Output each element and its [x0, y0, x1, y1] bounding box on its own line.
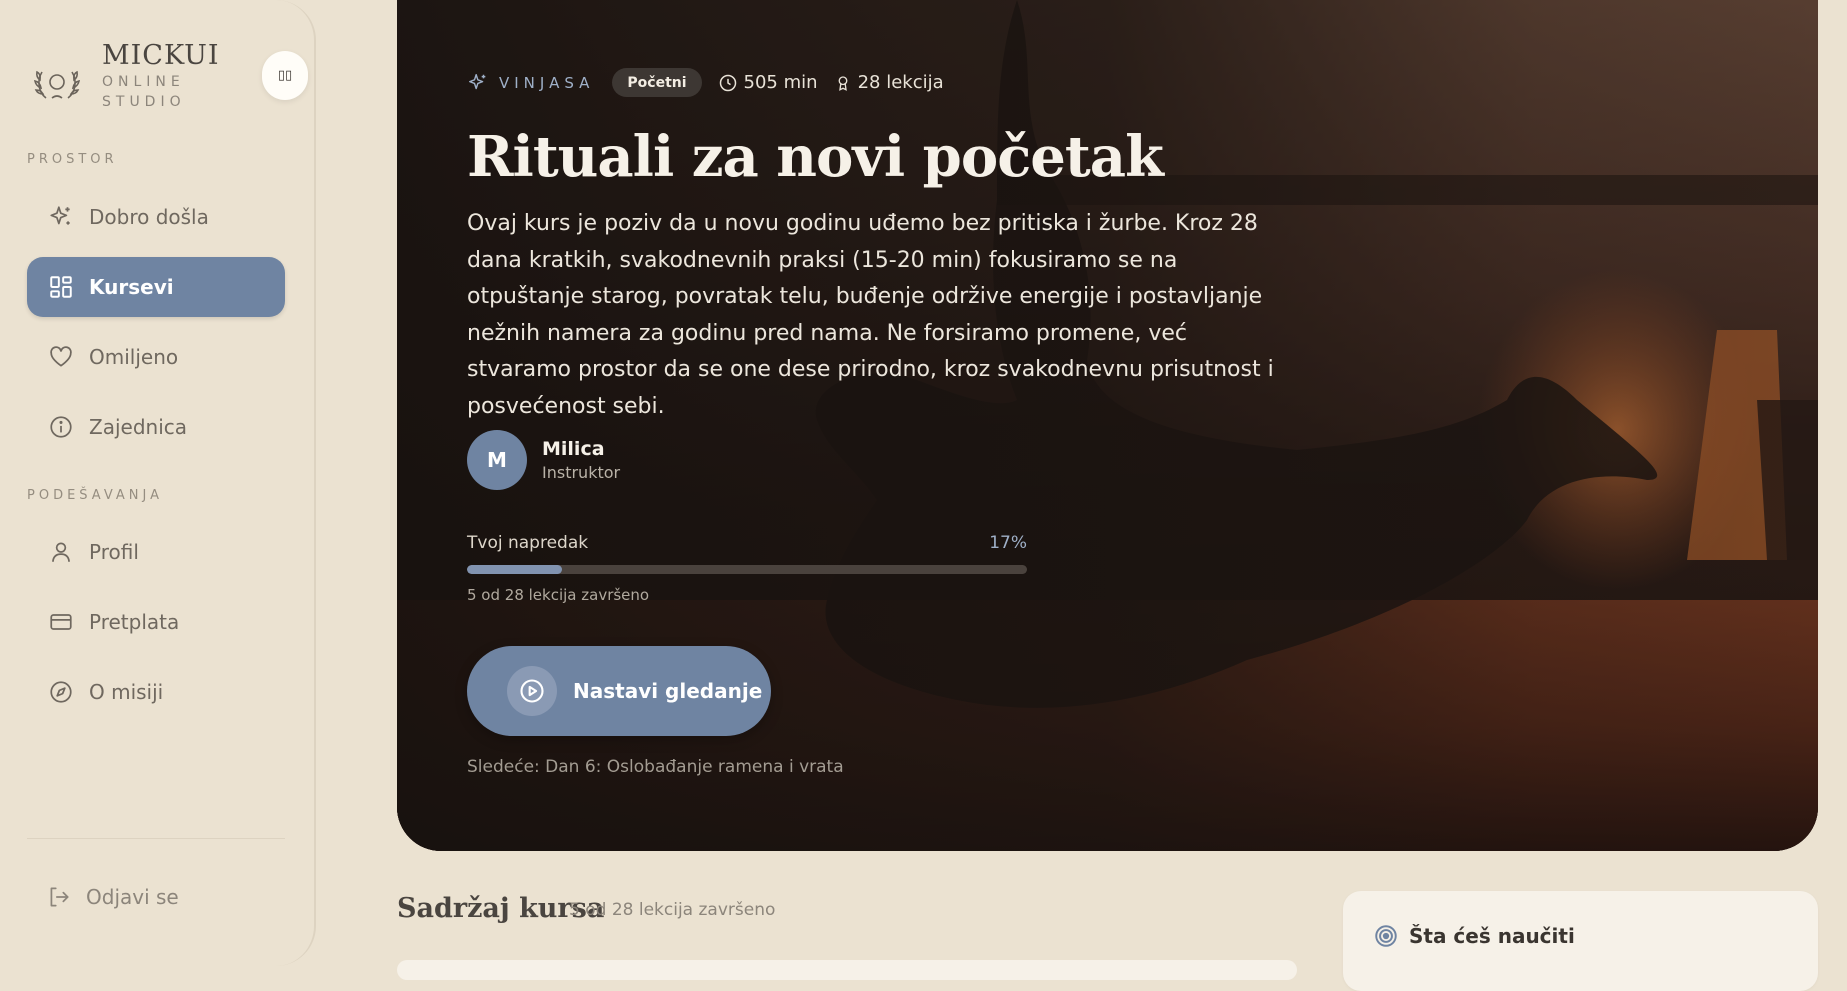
instructor-role: Instruktor	[542, 463, 621, 482]
course-meta: VINJASA Početni 505 min 28 lekcija	[467, 68, 944, 97]
sidebar-item-mission[interactable]: O misiji	[27, 662, 285, 722]
sparkle-icon	[47, 203, 75, 231]
lessons-card	[397, 960, 1297, 980]
info-icon	[47, 413, 75, 441]
laurel-logo-icon	[33, 70, 81, 99]
course-description: Ovaj kurs je poziv da u novu godinu uđem…	[467, 211, 1274, 419]
sidebar-item-label: Kursevi	[89, 275, 174, 299]
lessons-value: 28 lekcija	[857, 72, 944, 93]
lessons-stat: 28 lekcija	[834, 72, 944, 93]
sidebar-item-label: Omiljeno	[89, 345, 179, 369]
sidebar-item-label: Pretplata	[89, 610, 180, 634]
course-hero: VINJASA Početni 505 min 28 lekcija Ritua…	[397, 0, 1818, 851]
sidebar-item-label: Dobro došla	[89, 205, 209, 229]
logout-label: Odjavi se	[86, 885, 179, 909]
progress-label: Tvoj napredak	[467, 533, 589, 553]
next-lesson-text: Sledeće: Dan 6: Oslobađanje ramena i vra…	[467, 757, 844, 777]
credit-card-icon	[47, 608, 75, 636]
progress-summary: 5 od 28 lekcija završeno	[467, 586, 650, 604]
section-label-space: PROSTOR	[27, 152, 118, 167]
sidebar-item-profile[interactable]: Profil	[27, 522, 285, 582]
progress-bar	[467, 565, 1027, 574]
play-circle-icon	[507, 666, 557, 716]
brand-subtitle-1: ONLINE	[102, 74, 185, 90]
sidebar-item-label: Profil	[89, 540, 139, 564]
brand-name: MICKUI	[102, 40, 220, 71]
user-icon	[47, 538, 75, 566]
course-progress: Tvoj napredak 17% 5 od 28 lekcija završe…	[467, 533, 1027, 604]
avatar: M	[467, 430, 527, 490]
learn-card: Šta ćeš naučiti	[1343, 891, 1818, 991]
target-icon	[1375, 925, 1397, 947]
sparkle-icon	[469, 73, 486, 89]
collapse-sidebar-button[interactable]: ▯▯	[262, 51, 308, 100]
compass-icon	[47, 678, 75, 706]
continue-watching-label: Nastavi gledanje	[573, 679, 763, 703]
sidebar-item-label: Zajednica	[89, 415, 187, 439]
course-category: VINJASA	[499, 73, 595, 92]
award-icon	[838, 75, 847, 91]
duration-value: 505 min	[743, 72, 818, 93]
continue-watching-button[interactable]: Nastavi gledanje	[467, 646, 771, 736]
brand[interactable]: MICKUI ONLINE STUDIO	[32, 40, 220, 112]
sidebar-item-subscription[interactable]: Pretplata	[27, 592, 285, 652]
section-label-settings: PODEŠAVANJA	[27, 488, 164, 503]
progress-percent: 17%	[989, 533, 1027, 553]
level-badge: Početni	[612, 68, 702, 97]
sidebar-toggle-icon: ▯▯	[277, 68, 293, 83]
sidebar-item-label: O misiji	[89, 680, 164, 704]
sidebar-item-welcome[interactable]: Dobro došla	[27, 187, 285, 247]
sidebar-item-community[interactable]: Zajednica	[27, 397, 285, 457]
clock-icon	[719, 74, 736, 91]
sidebar-divider	[27, 838, 285, 839]
learn-card-title: Šta ćeš naučiti	[1409, 924, 1575, 948]
duration-stat: 505 min	[718, 72, 818, 93]
instructor-name: Milica	[542, 438, 605, 460]
instructor: M Milica Instruktor	[467, 430, 620, 490]
logout-button[interactable]: Odjavi se	[46, 884, 179, 910]
course-content-summary: 5 od 28 lekcija završeno	[569, 900, 776, 920]
progress-bar-fill	[467, 565, 563, 574]
sidebar: MICKUI ONLINE STUDIO ▯▯ PROSTOR Dobro do…	[0, 0, 316, 966]
logout-icon	[50, 887, 69, 907]
heart-icon	[47, 343, 75, 371]
sidebar-item-courses[interactable]: Kursevi	[27, 257, 285, 317]
grid-icon	[47, 273, 75, 301]
sidebar-item-favorites[interactable]: Omiljeno	[27, 327, 285, 387]
brand-subtitle-2: STUDIO	[102, 94, 186, 110]
course-title: Rituali za novi početak	[467, 124, 1164, 190]
